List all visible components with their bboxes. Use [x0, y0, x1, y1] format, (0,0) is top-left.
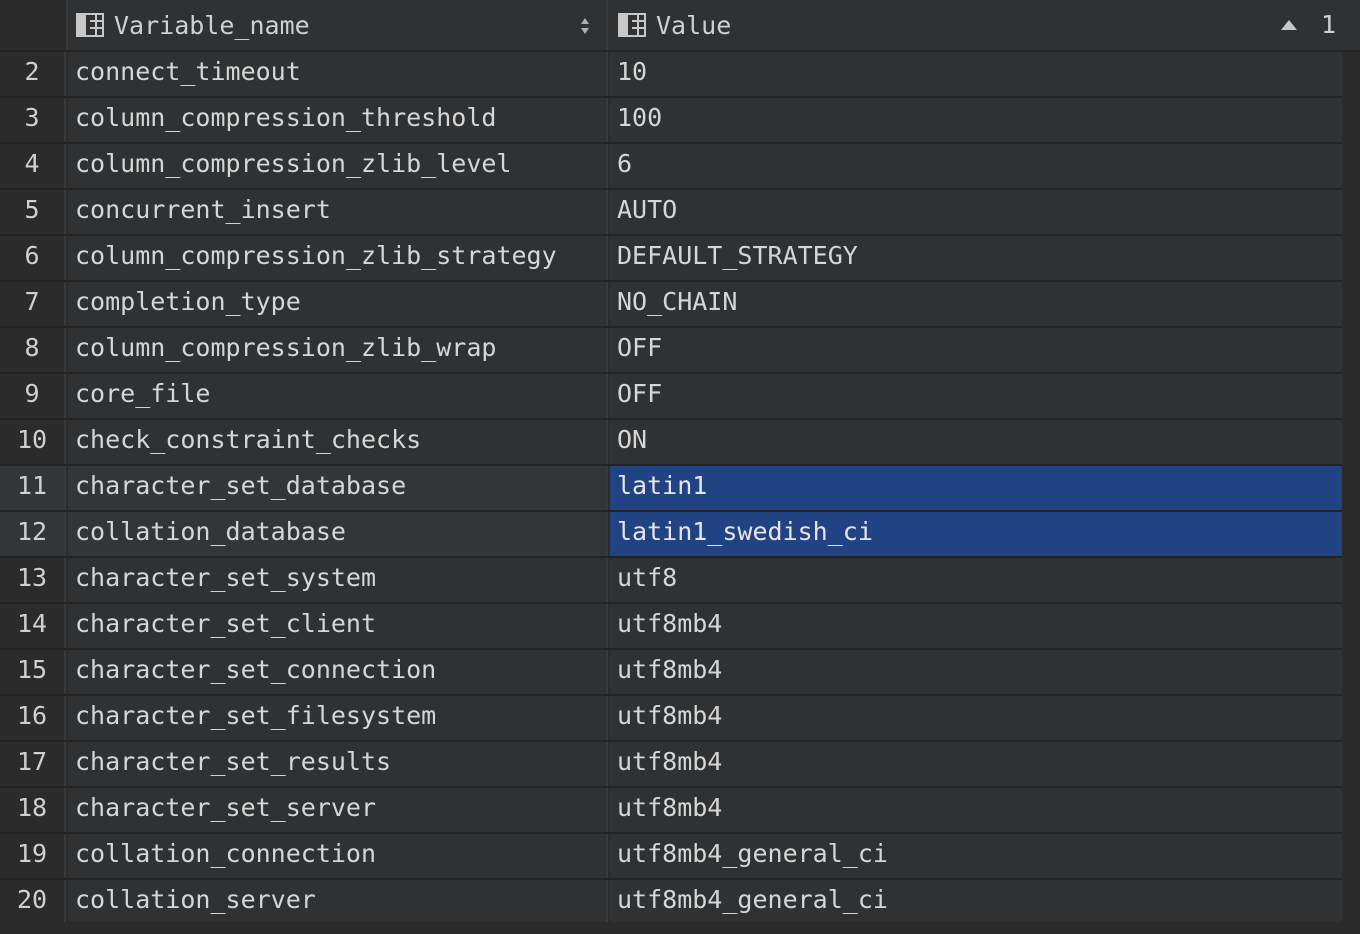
cell-value[interactable]: utf8mb4 [610, 788, 1342, 832]
row-number[interactable]: 10 [0, 420, 66, 464]
row-number[interactable]: 3 [0, 98, 66, 142]
sort-toggle-icon[interactable] [580, 17, 590, 35]
row-number[interactable]: 20 [0, 880, 66, 924]
row-number[interactable]: 15 [0, 650, 66, 694]
table-row[interactable]: 11 character_set_database latin1 [0, 466, 1360, 512]
cell-value[interactable]: utf8mb4 [610, 742, 1342, 786]
table-row[interactable]: 19 collation_connection utf8mb4_general_ci [0, 834, 1360, 880]
cell-variable-name[interactable]: character_set_filesystem [68, 696, 608, 740]
cell-value[interactable]: OFF [610, 374, 1342, 418]
cell-value[interactable]: utf8mb4 [610, 650, 1342, 694]
table-row[interactable]: 6 column_compression_zlib_strategy DEFAULT… [0, 236, 1360, 282]
cell-value[interactable]: utf8mb4_general_ci [610, 880, 1342, 924]
column-header-label: Value [656, 10, 732, 40]
table-column-icon [618, 13, 646, 37]
cell-variable-name[interactable]: character_set_results [68, 742, 608, 786]
cell-variable-name[interactable]: check_constraint_checks [68, 420, 608, 464]
row-number[interactable]: 11 [0, 466, 66, 510]
row-number[interactable]: 12 [0, 512, 66, 556]
column-header-value[interactable]: Value 1 [610, 0, 1342, 50]
sort-ascending-icon[interactable] [1280, 19, 1298, 31]
cell-value[interactable]: utf8mb4 [610, 604, 1342, 648]
row-number[interactable]: 16 [0, 696, 66, 740]
table-row[interactable]: 15 character_set_connection utf8mb4 [0, 650, 1360, 696]
row-number[interactable]: 5 [0, 190, 66, 234]
row-number[interactable]: 13 [0, 558, 66, 602]
row-number-header[interactable] [0, 0, 68, 50]
table-row[interactable]: 14 character_set_client utf8mb4 [0, 604, 1360, 650]
table-row[interactable]: 2 connect_timeout 10 [0, 52, 1360, 98]
column-header-label: Variable_name [114, 10, 310, 40]
table-row[interactable]: 12 collation_database latin1_swedish_ci [0, 512, 1360, 558]
cell-value[interactable]: ON [610, 420, 1342, 464]
right-gutter [1342, 52, 1360, 934]
cell-variable-name[interactable]: character_set_client [68, 604, 608, 648]
cell-value[interactable]: 6 [610, 144, 1342, 188]
cell-variable-name[interactable]: column_compression_threshold [68, 98, 608, 142]
table-row[interactable]: 9 core_file OFF [0, 374, 1360, 420]
row-number[interactable]: 17 [0, 742, 66, 786]
column-header-variable-name[interactable]: Variable_name [68, 0, 608, 50]
table-row[interactable]: 4 column_compression_zlib_level 6 [0, 144, 1360, 190]
bottom-edge [0, 922, 1360, 934]
table-row[interactable]: 20 collation_server utf8mb4_general_ci [0, 880, 1360, 926]
cell-value[interactable]: utf8 [610, 558, 1342, 602]
cell-value[interactable]: DEFAULT_STRATEGY [610, 236, 1342, 280]
cell-variable-name[interactable]: connect_timeout [68, 52, 608, 96]
row-number[interactable]: 18 [0, 788, 66, 832]
cell-variable-name[interactable]: character_set_database [68, 466, 608, 510]
row-number[interactable]: 14 [0, 604, 66, 648]
row-number[interactable]: 8 [0, 328, 66, 372]
table-row[interactable]: 3 column_compression_threshold 100 [0, 98, 1360, 144]
cell-value[interactable]: utf8mb4 [610, 696, 1342, 740]
cell-value[interactable]: latin1 [610, 466, 1342, 510]
sort-rank-label: 1 [1320, 10, 1336, 39]
cell-variable-name[interactable]: collation_database [68, 512, 608, 556]
row-number[interactable]: 6 [0, 236, 66, 280]
row-number[interactable]: 2 [0, 52, 66, 96]
cell-value[interactable]: NO_CHAIN [610, 282, 1342, 326]
row-number[interactable]: 7 [0, 282, 66, 326]
cell-variable-name[interactable]: collation_connection [68, 834, 608, 878]
cell-variable-name[interactable]: character_set_server [68, 788, 608, 832]
cell-value[interactable]: OFF [610, 328, 1342, 372]
result-grid: Variable_name Value 1 2 connect_timeout 10… [0, 0, 1360, 934]
row-number[interactable]: 19 [0, 834, 66, 878]
table-row[interactable]: 17 character_set_results utf8mb4 [0, 742, 1360, 788]
cell-variable-name[interactable]: collation_server [68, 880, 608, 924]
row-number[interactable]: 9 [0, 374, 66, 418]
cell-variable-name[interactable]: character_set_system [68, 558, 608, 602]
cell-variable-name[interactable]: column_compression_zlib_level [68, 144, 608, 188]
table-row[interactable]: 7 completion_type NO_CHAIN [0, 282, 1360, 328]
cell-variable-name[interactable]: column_compression_zlib_wrap [68, 328, 608, 372]
row-number[interactable]: 4 [0, 144, 66, 188]
grid-header: Variable_name Value 1 [0, 0, 1360, 52]
cell-variable-name[interactable]: column_compression_zlib_strategy [68, 236, 608, 280]
grid-rows: 2 connect_timeout 10 3 column_compression_th… [0, 52, 1360, 926]
cell-value[interactable]: utf8mb4_general_ci [610, 834, 1342, 878]
cell-value[interactable]: AUTO [610, 190, 1342, 234]
table-row[interactable]: 16 character_set_filesystem utf8mb4 [0, 696, 1360, 742]
cell-variable-name[interactable]: concurrent_insert [68, 190, 608, 234]
cell-variable-name[interactable]: core_file [68, 374, 608, 418]
table-row[interactable]: 13 character_set_system utf8 [0, 558, 1360, 604]
cell-variable-name[interactable]: character_set_connection [68, 650, 608, 694]
table-row[interactable]: 8 column_compression_zlib_wrap OFF [0, 328, 1360, 374]
table-row[interactable]: 18 character_set_server utf8mb4 [0, 788, 1360, 834]
table-column-icon [76, 13, 104, 37]
table-row[interactable]: 5 concurrent_insert AUTO [0, 190, 1360, 236]
cell-value[interactable]: 100 [610, 98, 1342, 142]
cell-variable-name[interactable]: completion_type [68, 282, 608, 326]
cell-value[interactable]: 10 [610, 52, 1342, 96]
table-row[interactable]: 10 check_constraint_checks ON [0, 420, 1360, 466]
cell-value[interactable]: latin1_swedish_ci [610, 512, 1342, 556]
